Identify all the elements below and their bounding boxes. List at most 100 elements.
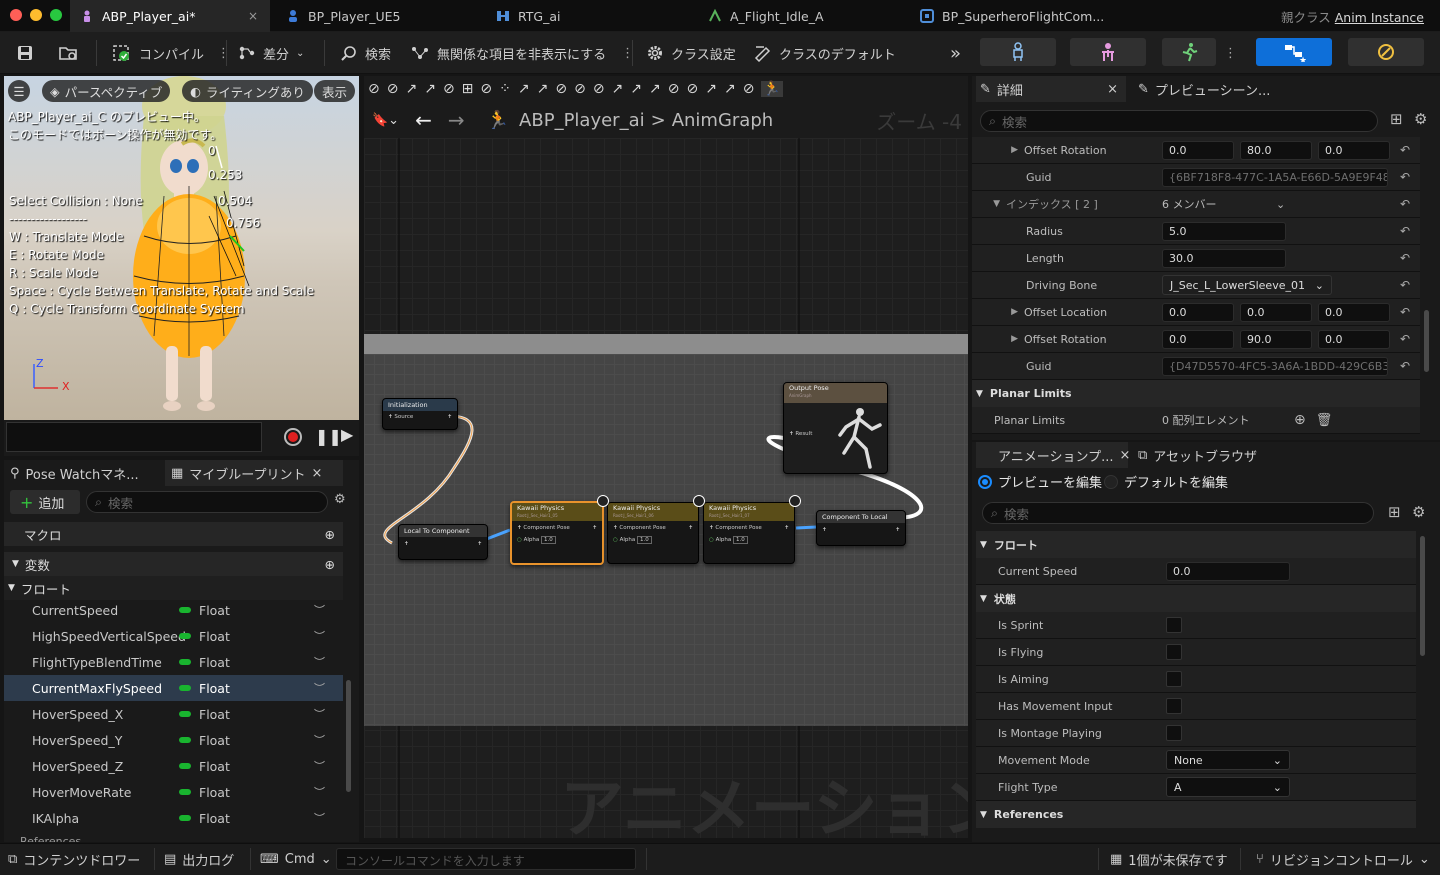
checkbox[interactable] <box>1166 671 1182 687</box>
mesh-mode-button[interactable] <box>1070 38 1146 66</box>
tab-bp-player-ue5[interactable]: BP_Player_UE5 <box>276 0 401 32</box>
settings-gear-icon[interactable]: ⚙ <box>334 492 346 507</box>
lighting-button[interactable]: ◐ ライティングあり <box>182 80 313 102</box>
driving-bone-combo[interactable]: J_Sec_L_LowerSleeve_01 ⌄ <box>1162 275 1332 295</box>
blueprint-search-input[interactable]: ⌕ 検索 <box>86 491 328 513</box>
anim-pin-icon[interactable]: ↗ <box>705 81 717 97</box>
tab-preview-scene[interactable]: ✎ プレビューシーン... <box>1138 76 1270 102</box>
record-button[interactable] <box>284 428 302 446</box>
eye-closed-icon[interactable]: ︶ <box>314 706 325 722</box>
anim-slot-icon[interactable]: ⊘ <box>574 81 586 97</box>
bookmark-icon[interactable]: 🔖⌄ <box>372 113 399 128</box>
minimize-window-button[interactable] <box>30 9 42 21</box>
eye-closed-icon[interactable]: ︶ <box>314 784 325 800</box>
preview-search-input[interactable]: ⌕ 検索 <box>982 502 1374 524</box>
reset-arrow-icon[interactable]: ↶ <box>1400 170 1410 184</box>
alpha-value[interactable]: 1.0 <box>540 536 556 544</box>
guid-field[interactable]: {6BF718F8-477C-1A5A-E66D-5A9E9F488... <box>1162 167 1388 187</box>
add-button[interactable]: + 追加 <box>10 490 80 514</box>
output-log-button[interactable]: ▤ 出力ログ <box>164 843 234 875</box>
triangle-down-icon[interactable]: ▼ <box>972 199 1006 209</box>
close-tab-icon[interactable]: × <box>248 9 258 23</box>
breadcrumb-blueprint[interactable]: ABP_Player_ai <box>519 110 645 131</box>
anim-pin-icon[interactable]: ↗ <box>405 81 417 97</box>
browse-button[interactable] <box>58 32 80 74</box>
blueprint-mode-button[interactable]: ★ <box>1256 38 1332 66</box>
eye-closed-icon[interactable]: ︶ <box>314 758 325 774</box>
category-macro[interactable]: マクロ ⊕ <box>4 522 343 546</box>
guid-field[interactable]: {D47D5570-4FC5-3A6A-1BDD-429C6B3D1... <box>1162 356 1388 376</box>
close-tab-icon[interactable]: × <box>1107 82 1118 97</box>
number-field[interactable]: 0.0 <box>1318 140 1390 160</box>
reset-arrow-icon[interactable]: ↶ <box>1400 251 1410 265</box>
number-field[interactable]: 0.0 <box>1318 329 1390 349</box>
animation-mode-button[interactable] <box>1162 38 1216 66</box>
add-circle-icon[interactable]: ⊕ <box>325 557 335 572</box>
anim-slot-icon[interactable]: ⊘ <box>480 81 492 97</box>
play-button[interactable]: ▶ <box>341 425 353 444</box>
tab-abp-player-ai[interactable]: ABP_Player_ai* × <box>70 0 270 32</box>
overflow-chevron-icon[interactable]: » <box>950 32 961 74</box>
anim-slot-icon[interactable]: ⊘ <box>555 81 567 97</box>
add-circle-icon[interactable]: ⊕ <box>1294 412 1306 428</box>
settings-gear-icon[interactable]: ⚙ <box>1414 110 1427 128</box>
eye-closed-icon[interactable]: ︶ <box>314 732 325 748</box>
more-options-icon[interactable]: ⋮ <box>1224 32 1237 74</box>
variable-row[interactable]: FlightTypeBlendTime Float ︶ <box>4 649 343 675</box>
eye-closed-icon[interactable]: ︶ <box>314 628 325 644</box>
tab-my-blueprint[interactable]: ▦ マイブループリント × <box>165 460 343 486</box>
anim-node-icon[interactable]: ⁘ <box>499 81 511 97</box>
eye-closed-icon[interactable]: ︶ <box>314 654 325 670</box>
perspective-button[interactable]: ◈ パースペクティブ <box>42 80 171 102</box>
alpha-value[interactable]: 1.0 <box>732 536 748 544</box>
anim-pin-icon[interactable]: ↗ <box>649 81 661 97</box>
close-tab-icon[interactable]: × <box>1120 448 1131 463</box>
breadcrumb-graph[interactable]: AnimGraph <box>672 110 773 131</box>
edit-preview-radio[interactable]: プレビューを編集 <box>978 472 1102 491</box>
number-field[interactable]: 5.0 <box>1162 221 1286 241</box>
tab-rtg-ai[interactable]: RTG_ai <box>486 0 560 32</box>
number-field[interactable]: 30.0 <box>1162 248 1286 268</box>
timeline-field[interactable] <box>6 422 262 452</box>
reset-arrow-icon[interactable]: ↶ <box>1400 305 1410 319</box>
class-settings-button[interactable]: クラス設定 <box>646 32 736 74</box>
cmd-dropdown[interactable]: ⌨ Cmd ⌄ <box>260 843 332 875</box>
triangle-right-icon[interactable]: ▶ <box>972 145 1024 155</box>
tab-bp-superhero-flight[interactable]: BP_SuperheroFlightCom... <box>910 0 1104 32</box>
skeleton-mode-button[interactable] <box>980 38 1056 66</box>
anim-graph-canvas[interactable]: Initialization ✝ Source ✝ Local To Compon… <box>364 138 968 838</box>
details-search-input[interactable]: ⌕ 検索 <box>980 110 1378 132</box>
scrollbar[interactable] <box>346 680 351 792</box>
settings-gear-icon[interactable]: ⚙ <box>1412 503 1425 521</box>
category-variables[interactable]: ▼ 変数 ⊕ <box>4 552 343 576</box>
close-window-button[interactable] <box>10 9 22 21</box>
reset-arrow-icon[interactable]: ↶ <box>1400 224 1410 238</box>
anim-slot-icon[interactable]: ⊘ <box>387 81 399 97</box>
number-field[interactable]: 0.0 <box>1240 302 1312 322</box>
viewport-menu-button[interactable]: ☰ <box>8 80 30 102</box>
number-field[interactable]: 0.0 <box>1162 140 1234 160</box>
variable-row[interactable]: HoverSpeed_Z Float ︶ <box>4 753 343 779</box>
flight-type-combo[interactable]: A ⌄ <box>1166 777 1290 797</box>
pause-button[interactable]: ❚❚ <box>315 427 342 446</box>
checkbox[interactable] <box>1166 617 1182 633</box>
anim-pin-icon[interactable]: ↗ <box>424 81 436 97</box>
anim-slot-icon[interactable]: ⊘ <box>743 81 755 97</box>
tab-pose-watch[interactable]: ⚲ Pose Watchマネ... <box>10 460 160 486</box>
anim-slot-icon[interactable]: ⊘ <box>443 81 455 97</box>
category-state[interactable]: ▼ 状態 <box>976 585 1416 612</box>
physics-mode-button[interactable] <box>1348 38 1424 66</box>
eye-closed-icon[interactable]: ︶ <box>314 810 325 826</box>
variable-row[interactable]: CurrentSpeed Float ︶ <box>4 597 343 623</box>
number-field[interactable]: 0.0 <box>1162 329 1234 349</box>
tab-details[interactable]: ✎ 詳細 × <box>976 76 1126 102</box>
node-output-pose[interactable]: Output Pose AnimGraph ✝ Result <box>783 382 888 474</box>
add-circle-icon[interactable]: ⊕ <box>325 527 335 542</box>
table-view-icon[interactable]: ⊞ <box>1388 503 1401 521</box>
number-field[interactable]: 0.0 <box>1318 302 1390 322</box>
anim-slot-icon[interactable]: ⊘ <box>593 81 605 97</box>
anim-slot-icon[interactable]: ⊘ <box>686 81 698 97</box>
number-field[interactable]: 80.0 <box>1240 140 1312 160</box>
node-kawaii-physics-3[interactable]: Kawaii Physics Root:J_Sec_Hair1_07 ✝ Comp… <box>703 502 795 564</box>
reset-arrow-icon[interactable]: ↶ <box>1400 143 1410 157</box>
